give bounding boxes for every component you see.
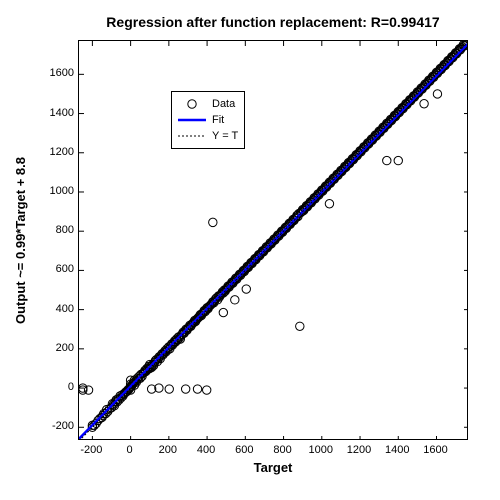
- y-tick-label: 1600: [26, 67, 74, 79]
- x-tick-label: 200: [159, 444, 177, 456]
- x-tick-label: 1400: [385, 444, 409, 456]
- data-point: [193, 385, 201, 393]
- legend-swatch-fit: [178, 113, 206, 127]
- data-point: [383, 156, 391, 164]
- y-tick-label: 1000: [26, 185, 74, 197]
- data-point: [242, 285, 250, 293]
- legend-entry-fit: Fit: [178, 112, 238, 128]
- data-point: [296, 322, 304, 330]
- y-tick-label: 400: [26, 303, 74, 315]
- chart-title: Regression after function replacement: R…: [78, 14, 468, 30]
- y-axis-label: Output ~= 0.99*Target + 8.8: [10, 40, 30, 440]
- x-tick-label: 1200: [347, 444, 371, 456]
- data-point: [181, 385, 189, 393]
- legend-label-data: Data: [212, 98, 235, 110]
- data-point: [394, 156, 402, 164]
- y-tick-label: 1400: [26, 107, 74, 119]
- data-point: [231, 296, 239, 304]
- legend-entry-data: Data: [178, 96, 238, 112]
- data-point: [325, 200, 333, 208]
- data-point: [84, 386, 92, 394]
- y-tick-label: 200: [26, 342, 74, 354]
- legend-entry-yeq: Y = T: [178, 128, 238, 144]
- data-point: [165, 385, 173, 393]
- data-point: [420, 100, 428, 108]
- x-axis-label: Target: [78, 460, 468, 475]
- data-point: [433, 90, 441, 98]
- y-tick-label: -200: [26, 420, 74, 432]
- x-tick-label: 0: [127, 444, 133, 456]
- x-tick-label: 1600: [423, 444, 447, 456]
- y-tick-label: 0: [26, 381, 74, 393]
- y-tick-label: 1200: [26, 146, 74, 158]
- data-point: [203, 386, 211, 394]
- legend-label-fit: Fit: [212, 114, 224, 126]
- legend-swatch-yeq: [178, 129, 206, 143]
- x-tick-label: 1000: [309, 444, 333, 456]
- data-point: [209, 218, 217, 226]
- data-point: [219, 308, 227, 316]
- y-tick-label: 800: [26, 224, 74, 236]
- plot-svg: [79, 41, 467, 439]
- x-tick-label: 400: [197, 444, 215, 456]
- plot-area: Data Fit Y = T: [78, 40, 468, 440]
- x-tick-label: -200: [80, 444, 102, 456]
- x-tick-label: 800: [273, 444, 291, 456]
- chart-figure: Regression after function replacement: R…: [0, 0, 500, 500]
- legend-label-yeq: Y = T: [212, 130, 238, 142]
- legend: Data Fit Y = T: [171, 91, 245, 149]
- x-tick-label: 600: [235, 444, 253, 456]
- y-tick-label: 600: [26, 263, 74, 275]
- legend-swatch-data: [178, 97, 206, 111]
